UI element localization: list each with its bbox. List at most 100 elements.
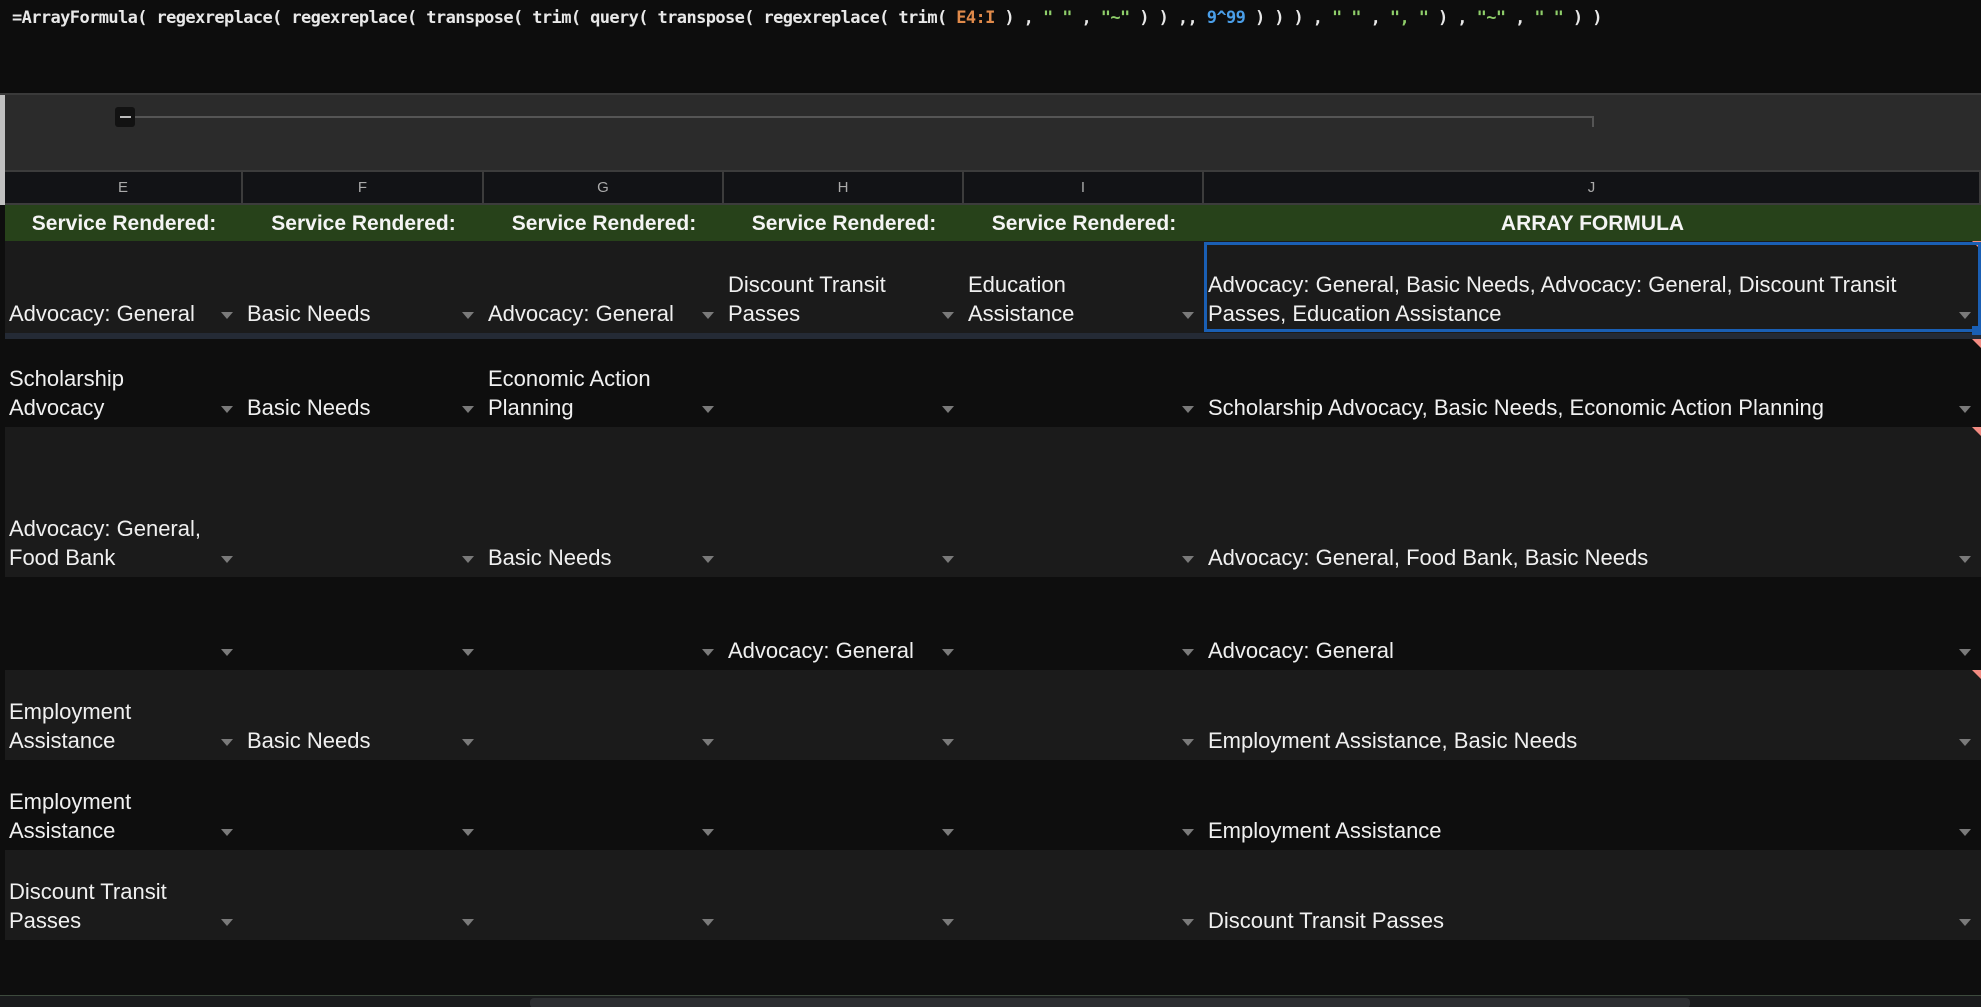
chevron-down-icon[interactable] [221, 649, 233, 656]
cell-h-dropdown[interactable]: Discount Transit Passes [724, 241, 964, 333]
chevron-down-icon[interactable] [702, 406, 714, 413]
chevron-down-icon[interactable] [1182, 829, 1194, 836]
column-header-f[interactable]: F [243, 172, 484, 203]
chevron-down-icon[interactable] [1959, 406, 1971, 413]
chevron-down-icon[interactable] [1959, 312, 1971, 319]
cell-h-dropdown[interactable] [724, 850, 964, 940]
formula-bar[interactable]: =ArrayFormula( regexreplace( regexreplac… [0, 0, 1981, 95]
column-header-g[interactable]: G [484, 172, 724, 203]
chevron-down-icon[interactable] [462, 649, 474, 656]
cell-g-dropdown[interactable]: Economic Action Planning [484, 339, 724, 427]
chevron-down-icon[interactable] [221, 556, 233, 563]
cell-f-dropdown[interactable]: Basic Needs [243, 339, 484, 427]
cell-h-dropdown[interactable]: Advocacy: General [724, 577, 964, 670]
comment-marker-icon[interactable] [1972, 670, 1981, 679]
cell-f-dropdown[interactable]: Basic Needs [243, 241, 484, 333]
chevron-down-icon[interactable] [221, 739, 233, 746]
cell-e-dropdown[interactable]: Employment Assistance [5, 670, 243, 760]
cell-e-dropdown[interactable]: Employment Assistance [5, 760, 243, 850]
chevron-down-icon[interactable] [462, 829, 474, 836]
chevron-down-icon[interactable] [221, 829, 233, 836]
cell-i-dropdown[interactable] [964, 760, 1204, 850]
cell-g-dropdown[interactable]: Advocacy: General [484, 241, 724, 333]
header-cell-e[interactable]: Service Rendered: [5, 205, 243, 241]
cell-j-dropdown[interactable]: Advocacy: General, Food Bank, Basic Need… [1204, 427, 1981, 577]
chevron-down-icon[interactable] [942, 739, 954, 746]
chevron-down-icon[interactable] [702, 649, 714, 656]
cell-j-dropdown[interactable]: Employment Assistance [1204, 760, 1981, 850]
chevron-down-icon[interactable] [942, 406, 954, 413]
chevron-down-icon[interactable] [702, 919, 714, 926]
header-cell-j[interactable]: ARRAY FORMULA [1204, 205, 1981, 241]
cell-g-dropdown[interactable]: Basic Needs [484, 427, 724, 577]
header-cell-f[interactable]: Service Rendered: [243, 205, 484, 241]
comment-marker-icon[interactable] [1972, 241, 1981, 250]
chevron-down-icon[interactable] [462, 556, 474, 563]
cell-j-dropdown[interactable]: Discount Transit Passes [1204, 850, 1981, 940]
cell-g-dropdown[interactable] [484, 760, 724, 850]
chevron-down-icon[interactable] [942, 829, 954, 836]
collapse-group-button[interactable] [115, 107, 135, 127]
chevron-down-icon[interactable] [702, 312, 714, 319]
cell-j-dropdown[interactable]: Advocacy: General, Basic Needs, Advocacy… [1204, 241, 1981, 333]
header-cell-h[interactable]: Service Rendered: [724, 205, 964, 241]
cell-i-dropdown[interactable] [964, 670, 1204, 760]
cell-i-dropdown[interactable] [964, 427, 1204, 577]
chevron-down-icon[interactable] [1182, 649, 1194, 656]
cell-i-dropdown[interactable]: Education Assistance [964, 241, 1204, 333]
cell-h-dropdown[interactable] [724, 339, 964, 427]
chevron-down-icon[interactable] [1959, 829, 1971, 836]
chevron-down-icon[interactable] [702, 829, 714, 836]
chevron-down-icon[interactable] [221, 312, 233, 319]
cell-j-dropdown[interactable]: Scholarship Advocacy, Basic Needs, Econo… [1204, 339, 1981, 427]
chevron-down-icon[interactable] [462, 312, 474, 319]
chevron-down-icon[interactable] [462, 739, 474, 746]
column-header-i[interactable]: I [964, 172, 1204, 203]
chevron-down-icon[interactable] [1182, 406, 1194, 413]
frozen-row-divider[interactable] [5, 333, 1981, 339]
comment-marker-icon[interactable] [1972, 427, 1981, 436]
chevron-down-icon[interactable] [462, 919, 474, 926]
cell-i-dropdown[interactable] [964, 577, 1204, 670]
cell-g-dropdown[interactable] [484, 850, 724, 940]
chevron-down-icon[interactable] [942, 556, 954, 563]
cell-j-dropdown[interactable]: Advocacy: General [1204, 577, 1981, 670]
cell-i-dropdown[interactable] [964, 339, 1204, 427]
cell-f-dropdown[interactable] [243, 850, 484, 940]
cell-f-dropdown[interactable] [243, 760, 484, 850]
empty-row[interactable] [5, 940, 1981, 995]
cell-g-dropdown[interactable] [484, 577, 724, 670]
chevron-down-icon[interactable] [942, 649, 954, 656]
chevron-down-icon[interactable] [1182, 556, 1194, 563]
cell-h-dropdown[interactable] [724, 760, 964, 850]
cell-e-dropdown[interactable] [5, 577, 243, 670]
cell-e-dropdown[interactable]: Scholarship Advocacy [5, 339, 243, 427]
chevron-down-icon[interactable] [1959, 919, 1971, 926]
cell-j-dropdown[interactable]: Employment Assistance, Basic Needs [1204, 670, 1981, 760]
chevron-down-icon[interactable] [1959, 649, 1971, 656]
column-header-e[interactable]: E [5, 172, 243, 203]
chevron-down-icon[interactable] [1182, 312, 1194, 319]
cell-f-dropdown[interactable]: Basic Needs [243, 670, 484, 760]
cell-f-dropdown[interactable] [243, 427, 484, 577]
chevron-down-icon[interactable] [221, 919, 233, 926]
cell-h-dropdown[interactable] [724, 670, 964, 760]
header-cell-g[interactable]: Service Rendered: [484, 205, 724, 241]
chevron-down-icon[interactable] [702, 739, 714, 746]
chevron-down-icon[interactable] [942, 312, 954, 319]
cell-g-dropdown[interactable] [484, 670, 724, 760]
chevron-down-icon[interactable] [1959, 739, 1971, 746]
column-header-h[interactable]: H [724, 172, 964, 203]
formula-text[interactable]: =ArrayFormula( regexreplace( regexreplac… [12, 8, 1602, 28]
chevron-down-icon[interactable] [942, 919, 954, 926]
chevron-down-icon[interactable] [1182, 919, 1194, 926]
cell-h-dropdown[interactable] [724, 427, 964, 577]
fill-handle[interactable] [1972, 326, 1981, 335]
column-header-j[interactable]: J [1204, 172, 1981, 203]
comment-marker-icon[interactable] [1972, 339, 1981, 348]
cell-e-dropdown[interactable]: Advocacy: General, Food Bank [5, 427, 243, 577]
horizontal-scrollbar[interactable] [0, 995, 1981, 1007]
cell-e-dropdown[interactable]: Discount Transit Passes [5, 850, 243, 940]
chevron-down-icon[interactable] [1182, 739, 1194, 746]
cell-i-dropdown[interactable] [964, 850, 1204, 940]
